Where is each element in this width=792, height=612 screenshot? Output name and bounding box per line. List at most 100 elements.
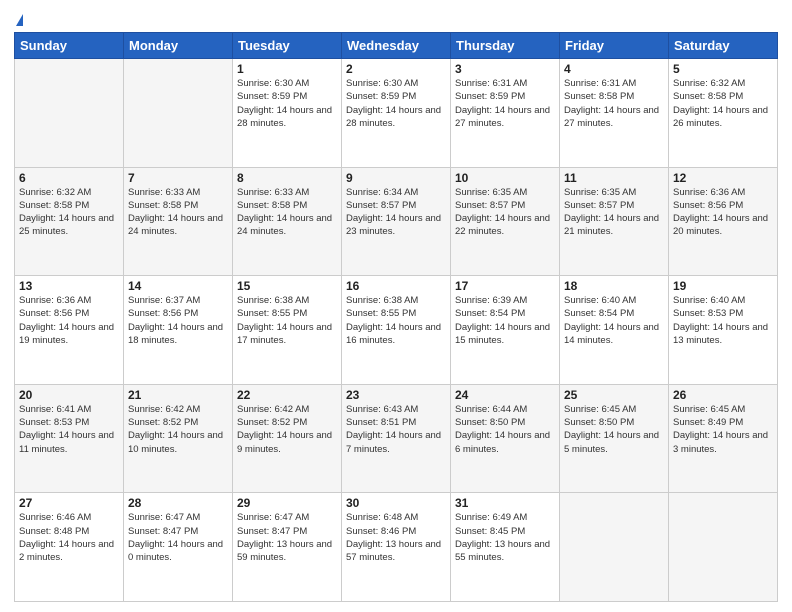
day-info: Sunrise: 6:33 AM Sunset: 8:58 PM Dayligh… — [128, 186, 228, 239]
calendar-cell: 5Sunrise: 6:32 AM Sunset: 8:58 PM Daylig… — [669, 59, 778, 168]
day-info: Sunrise: 6:37 AM Sunset: 8:56 PM Dayligh… — [128, 294, 228, 347]
calendar-cell: 21Sunrise: 6:42 AM Sunset: 8:52 PM Dayli… — [124, 384, 233, 493]
calendar-table: SundayMondayTuesdayWednesdayThursdayFrid… — [14, 32, 778, 602]
day-info: Sunrise: 6:48 AM Sunset: 8:46 PM Dayligh… — [346, 511, 446, 564]
calendar-cell — [15, 59, 124, 168]
day-number: 13 — [19, 279, 119, 293]
day-info: Sunrise: 6:32 AM Sunset: 8:58 PM Dayligh… — [19, 186, 119, 239]
day-number: 8 — [237, 171, 337, 185]
day-info: Sunrise: 6:42 AM Sunset: 8:52 PM Dayligh… — [128, 403, 228, 456]
day-info: Sunrise: 6:35 AM Sunset: 8:57 PM Dayligh… — [455, 186, 555, 239]
day-number: 21 — [128, 388, 228, 402]
col-header-monday: Monday — [124, 33, 233, 59]
day-info: Sunrise: 6:36 AM Sunset: 8:56 PM Dayligh… — [673, 186, 773, 239]
calendar-cell — [560, 493, 669, 602]
day-info: Sunrise: 6:43 AM Sunset: 8:51 PM Dayligh… — [346, 403, 446, 456]
day-number: 18 — [564, 279, 664, 293]
calendar-cell: 28Sunrise: 6:47 AM Sunset: 8:47 PM Dayli… — [124, 493, 233, 602]
calendar-cell: 10Sunrise: 6:35 AM Sunset: 8:57 PM Dayli… — [451, 167, 560, 276]
day-number: 30 — [346, 496, 446, 510]
calendar-cell: 3Sunrise: 6:31 AM Sunset: 8:59 PM Daylig… — [451, 59, 560, 168]
day-number: 17 — [455, 279, 555, 293]
day-number: 20 — [19, 388, 119, 402]
calendar-cell: 15Sunrise: 6:38 AM Sunset: 8:55 PM Dayli… — [233, 276, 342, 385]
day-number: 10 — [455, 171, 555, 185]
day-number: 1 — [237, 62, 337, 76]
calendar-cell: 2Sunrise: 6:30 AM Sunset: 8:59 PM Daylig… — [342, 59, 451, 168]
day-number: 23 — [346, 388, 446, 402]
day-info: Sunrise: 6:30 AM Sunset: 8:59 PM Dayligh… — [237, 77, 337, 130]
calendar-cell: 1Sunrise: 6:30 AM Sunset: 8:59 PM Daylig… — [233, 59, 342, 168]
calendar-cell: 8Sunrise: 6:33 AM Sunset: 8:58 PM Daylig… — [233, 167, 342, 276]
day-info: Sunrise: 6:38 AM Sunset: 8:55 PM Dayligh… — [237, 294, 337, 347]
page: SundayMondayTuesdayWednesdayThursdayFrid… — [0, 0, 792, 612]
calendar-cell: 25Sunrise: 6:45 AM Sunset: 8:50 PM Dayli… — [560, 384, 669, 493]
calendar-cell: 22Sunrise: 6:42 AM Sunset: 8:52 PM Dayli… — [233, 384, 342, 493]
logo — [14, 10, 23, 26]
day-info: Sunrise: 6:47 AM Sunset: 8:47 PM Dayligh… — [237, 511, 337, 564]
calendar-cell: 4Sunrise: 6:31 AM Sunset: 8:58 PM Daylig… — [560, 59, 669, 168]
day-info: Sunrise: 6:32 AM Sunset: 8:58 PM Dayligh… — [673, 77, 773, 130]
day-number: 5 — [673, 62, 773, 76]
day-number: 6 — [19, 171, 119, 185]
day-info: Sunrise: 6:49 AM Sunset: 8:45 PM Dayligh… — [455, 511, 555, 564]
day-number: 27 — [19, 496, 119, 510]
calendar-cell: 7Sunrise: 6:33 AM Sunset: 8:58 PM Daylig… — [124, 167, 233, 276]
calendar-cell: 27Sunrise: 6:46 AM Sunset: 8:48 PM Dayli… — [15, 493, 124, 602]
day-number: 7 — [128, 171, 228, 185]
day-number: 19 — [673, 279, 773, 293]
header — [14, 10, 778, 26]
day-info: Sunrise: 6:33 AM Sunset: 8:58 PM Dayligh… — [237, 186, 337, 239]
day-info: Sunrise: 6:31 AM Sunset: 8:59 PM Dayligh… — [455, 77, 555, 130]
calendar-cell: 13Sunrise: 6:36 AM Sunset: 8:56 PM Dayli… — [15, 276, 124, 385]
day-number: 11 — [564, 171, 664, 185]
col-header-sunday: Sunday — [15, 33, 124, 59]
day-number: 9 — [346, 171, 446, 185]
calendar-cell: 14Sunrise: 6:37 AM Sunset: 8:56 PM Dayli… — [124, 276, 233, 385]
day-info: Sunrise: 6:35 AM Sunset: 8:57 PM Dayligh… — [564, 186, 664, 239]
day-number: 22 — [237, 388, 337, 402]
day-info: Sunrise: 6:42 AM Sunset: 8:52 PM Dayligh… — [237, 403, 337, 456]
day-number: 4 — [564, 62, 664, 76]
day-info: Sunrise: 6:39 AM Sunset: 8:54 PM Dayligh… — [455, 294, 555, 347]
day-info: Sunrise: 6:41 AM Sunset: 8:53 PM Dayligh… — [19, 403, 119, 456]
day-info: Sunrise: 6:38 AM Sunset: 8:55 PM Dayligh… — [346, 294, 446, 347]
day-number: 24 — [455, 388, 555, 402]
col-header-friday: Friday — [560, 33, 669, 59]
calendar-cell: 9Sunrise: 6:34 AM Sunset: 8:57 PM Daylig… — [342, 167, 451, 276]
calendar-cell — [124, 59, 233, 168]
calendar-cell: 17Sunrise: 6:39 AM Sunset: 8:54 PM Dayli… — [451, 276, 560, 385]
day-number: 26 — [673, 388, 773, 402]
col-header-wednesday: Wednesday — [342, 33, 451, 59]
day-number: 29 — [237, 496, 337, 510]
calendar-cell: 31Sunrise: 6:49 AM Sunset: 8:45 PM Dayli… — [451, 493, 560, 602]
calendar-cell: 24Sunrise: 6:44 AM Sunset: 8:50 PM Dayli… — [451, 384, 560, 493]
day-info: Sunrise: 6:40 AM Sunset: 8:53 PM Dayligh… — [673, 294, 773, 347]
day-number: 28 — [128, 496, 228, 510]
day-info: Sunrise: 6:30 AM Sunset: 8:59 PM Dayligh… — [346, 77, 446, 130]
calendar-cell: 23Sunrise: 6:43 AM Sunset: 8:51 PM Dayli… — [342, 384, 451, 493]
calendar-cell: 6Sunrise: 6:32 AM Sunset: 8:58 PM Daylig… — [15, 167, 124, 276]
calendar-cell: 30Sunrise: 6:48 AM Sunset: 8:46 PM Dayli… — [342, 493, 451, 602]
calendar-cell: 19Sunrise: 6:40 AM Sunset: 8:53 PM Dayli… — [669, 276, 778, 385]
calendar-cell: 20Sunrise: 6:41 AM Sunset: 8:53 PM Dayli… — [15, 384, 124, 493]
day-number: 31 — [455, 496, 555, 510]
calendar-cell: 11Sunrise: 6:35 AM Sunset: 8:57 PM Dayli… — [560, 167, 669, 276]
day-number: 12 — [673, 171, 773, 185]
day-info: Sunrise: 6:36 AM Sunset: 8:56 PM Dayligh… — [19, 294, 119, 347]
day-number: 15 — [237, 279, 337, 293]
day-number: 25 — [564, 388, 664, 402]
day-number: 2 — [346, 62, 446, 76]
col-header-tuesday: Tuesday — [233, 33, 342, 59]
day-info: Sunrise: 6:47 AM Sunset: 8:47 PM Dayligh… — [128, 511, 228, 564]
day-info: Sunrise: 6:45 AM Sunset: 8:50 PM Dayligh… — [564, 403, 664, 456]
calendar-cell — [669, 493, 778, 602]
day-info: Sunrise: 6:40 AM Sunset: 8:54 PM Dayligh… — [564, 294, 664, 347]
day-number: 14 — [128, 279, 228, 293]
day-info: Sunrise: 6:31 AM Sunset: 8:58 PM Dayligh… — [564, 77, 664, 130]
day-number: 3 — [455, 62, 555, 76]
calendar-cell: 12Sunrise: 6:36 AM Sunset: 8:56 PM Dayli… — [669, 167, 778, 276]
day-info: Sunrise: 6:46 AM Sunset: 8:48 PM Dayligh… — [19, 511, 119, 564]
day-info: Sunrise: 6:45 AM Sunset: 8:49 PM Dayligh… — [673, 403, 773, 456]
col-header-thursday: Thursday — [451, 33, 560, 59]
